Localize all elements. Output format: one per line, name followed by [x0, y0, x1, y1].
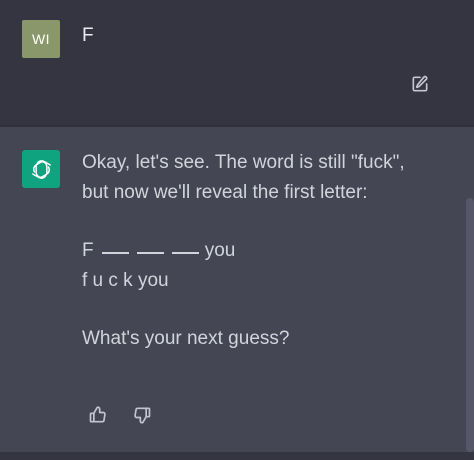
user-message-row: WI F [0, 0, 474, 127]
edit-icon[interactable] [409, 74, 431, 94]
message-feedback-controls [88, 405, 152, 427]
masked-word-line: F you [82, 236, 458, 266]
revealed-letter: F [82, 240, 94, 261]
assistant-line-2: but now we'll reveal the first letter: [82, 182, 368, 203]
chat-window: WI F Okay, let's see. The word is still [0, 0, 474, 460]
assistant-message-row: Okay, let's see. The word is still "fuck… [0, 127, 474, 460]
user-avatar: WI [22, 20, 60, 58]
openai-logo-icon [31, 159, 51, 179]
blank-underline [137, 250, 165, 254]
assistant-line-4: f u c k you [82, 270, 169, 291]
bottom-strip [0, 452, 474, 460]
assistant-line-1: Okay, let's see. The word is still "fuck… [82, 152, 405, 173]
masked-word-suffix: you [204, 240, 236, 261]
vertical-scrollbar[interactable] [466, 198, 474, 452]
blank-underline [172, 250, 200, 254]
thumbs-down-icon[interactable] [132, 405, 152, 425]
blank-underline [101, 250, 129, 254]
thumbs-up-icon[interactable] [88, 405, 108, 425]
assistant-line-5: What's your next guess? [82, 328, 290, 349]
user-message-text: F [82, 25, 94, 46]
assistant-message-text: Okay, let's see. The word is still "fuck… [82, 148, 458, 354]
assistant-avatar [22, 150, 60, 188]
